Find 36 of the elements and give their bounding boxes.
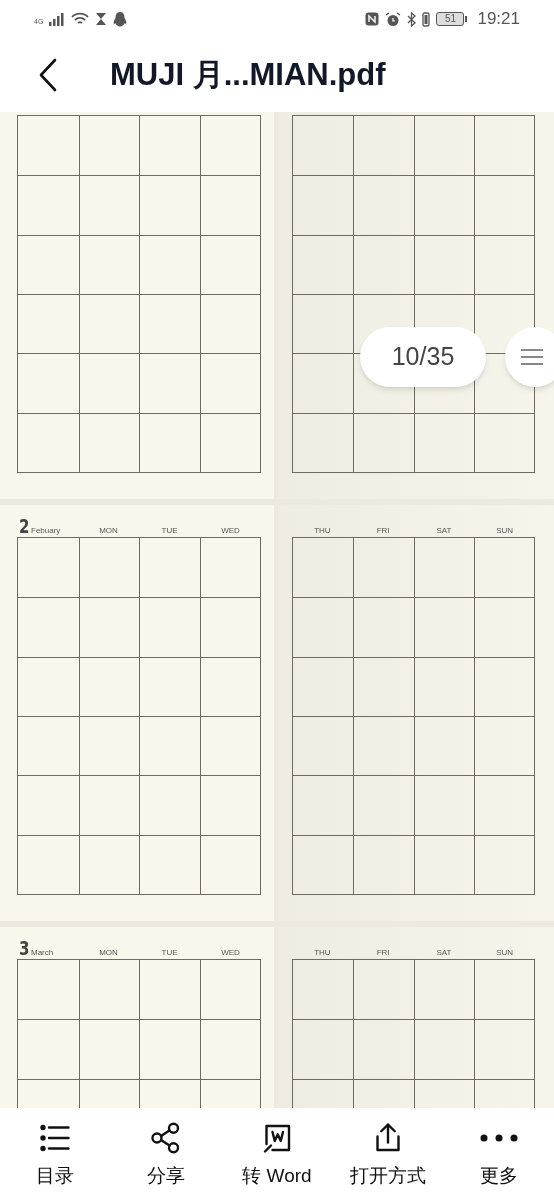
page-indicator: 10/35 (360, 327, 486, 387)
weekday-label: WED (220, 949, 241, 957)
battery-indicator: 51 (436, 12, 468, 26)
toolbar-button[interactable]: 打开方式 (332, 1120, 444, 1191)
alarm-icon (385, 11, 402, 27)
menu-icon (521, 348, 543, 366)
bluetooth-icon (407, 11, 417, 27)
weekday-label: TUE (160, 527, 179, 535)
weekday-label: MON (98, 527, 119, 535)
back-icon (39, 58, 57, 92)
toolbar-button[interactable]: 分享 (110, 1120, 222, 1191)
hourglass-icon (95, 12, 108, 26)
vibrate-icon (422, 11, 431, 27)
toolbar-button[interactable]: 目录 (0, 1120, 111, 1191)
weekday-label: WED (220, 527, 241, 535)
month-name: March (31, 949, 54, 957)
wifi-icon (71, 12, 90, 26)
more-icon (479, 1134, 518, 1142)
toolbar-button[interactable]: 转 Word (221, 1120, 333, 1191)
weekday-label: SUN (495, 527, 515, 535)
weekday-label: TUE (160, 949, 179, 957)
nfc-icon (365, 12, 380, 26)
toolbar-button[interactable]: 更多 (443, 1120, 554, 1191)
signal-icon (49, 12, 66, 26)
weekday-label: SAT (435, 527, 453, 535)
weekday-label: THU (313, 527, 332, 535)
document-title: MUJI 月...MIAN.pdf (110, 55, 386, 94)
weekday-label: SAT (435, 949, 453, 957)
weekday-label: FRI (375, 527, 391, 535)
weekday-label: SUN (495, 949, 515, 957)
month-name: Febuary (31, 527, 61, 535)
weekday-label: FRI (375, 949, 391, 957)
weekday-label: THU (313, 949, 332, 957)
penguin-icon (113, 11, 128, 27)
weekday-label: MON (98, 949, 119, 957)
clock: 19:21 (477, 8, 520, 31)
